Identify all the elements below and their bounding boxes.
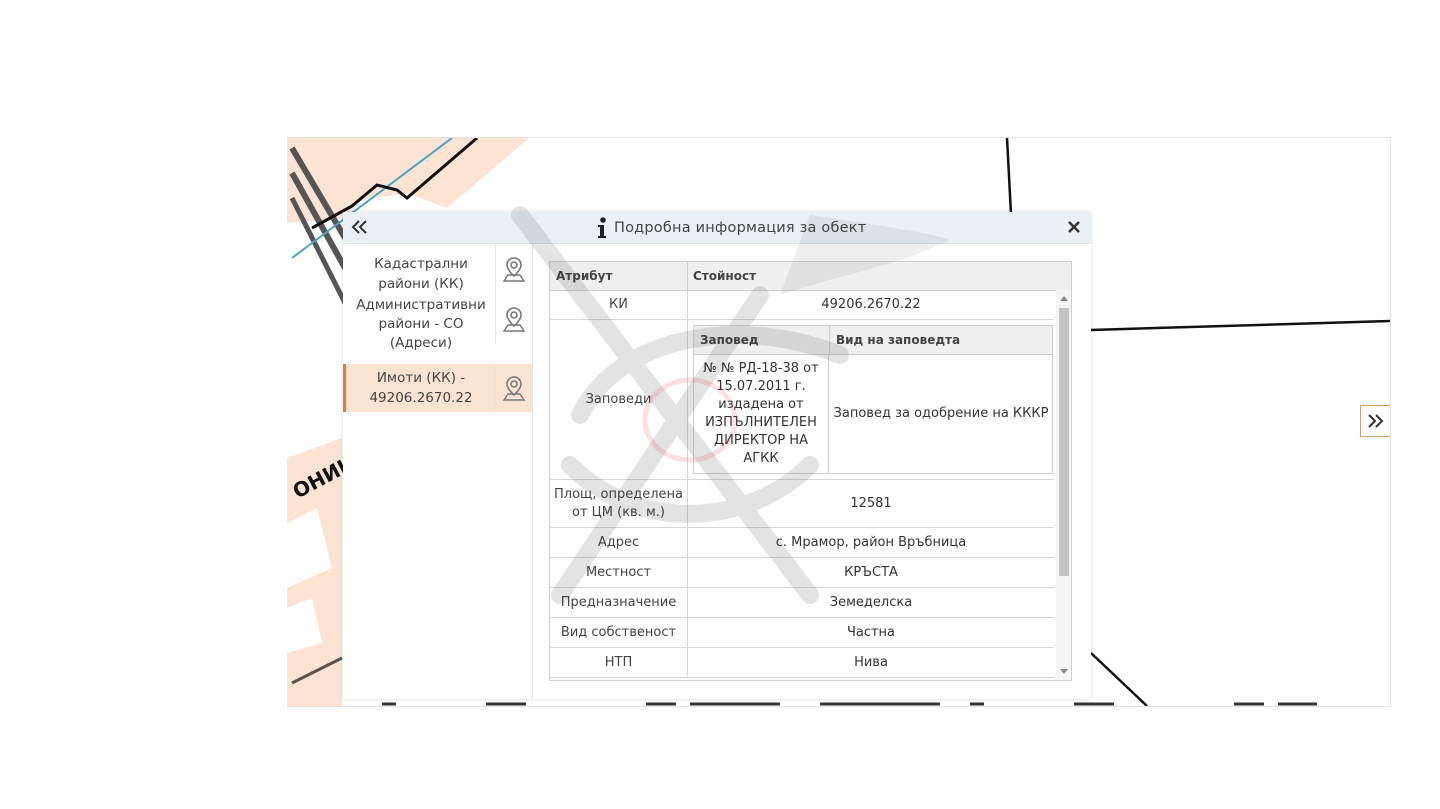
column-header-attribute: Атрибут bbox=[556, 269, 613, 283]
orders-table-header: Заповед Вид на заповедта bbox=[694, 326, 1052, 355]
table-row: Площ, определена от ЦМ (кв. м.) 12581 bbox=[550, 480, 1054, 528]
attribute-name: НТП bbox=[550, 648, 688, 677]
layer-list: Кадастрални райони (КК) Административни … bbox=[343, 244, 533, 699]
expand-panel-button[interactable] bbox=[1360, 405, 1390, 437]
close-icon bbox=[1068, 221, 1080, 233]
locate-button[interactable] bbox=[495, 294, 532, 344]
scrollbar-thumb[interactable] bbox=[1059, 308, 1069, 576]
map-pin-icon bbox=[502, 307, 526, 332]
attribute-name: Предназначение bbox=[550, 588, 688, 617]
scroll-down-arrow[interactable] bbox=[1060, 669, 1068, 674]
locate-button[interactable] bbox=[495, 244, 532, 294]
orders-table: Заповед Вид на заповедта № № РД-18-38 от… bbox=[693, 325, 1053, 474]
attribute-name: Заповеди bbox=[550, 320, 688, 479]
table-row: Заповеди Заповед Вид на заповедта № № РД… bbox=[550, 320, 1054, 480]
attribute-value: с. Мрамор, район Връбница bbox=[775, 535, 967, 550]
order-type: Заповед за одобрение на КККР bbox=[833, 406, 1049, 421]
table-row: НТП Нива bbox=[550, 648, 1054, 678]
attribute-name: Адрес bbox=[550, 528, 688, 557]
double-chevron-left-icon bbox=[351, 220, 367, 234]
order-text: № № РД-18-38 от 15.07.2011 г. издадена о… bbox=[694, 354, 829, 473]
panel-title-group: Подробна информация за обект bbox=[596, 217, 867, 238]
collapse-panel-button[interactable] bbox=[351, 219, 371, 237]
attribute-name: Площ, определена от ЦМ (кв. м.) bbox=[550, 480, 688, 527]
table-scrollbar[interactable] bbox=[1056, 290, 1071, 680]
table-row: Вид собственост Частна bbox=[550, 618, 1054, 648]
attribute-name: КИ bbox=[550, 290, 688, 319]
attribute-value: Частна bbox=[846, 625, 896, 640]
table-row: Предназначение Земеделска bbox=[550, 588, 1054, 618]
attribute-name: Местност bbox=[550, 558, 688, 587]
table-header: Атрибут Стойност bbox=[550, 262, 1071, 291]
column-header-order-type: Вид на заповедта bbox=[836, 333, 961, 347]
attribute-value: Нива bbox=[854, 655, 888, 670]
panel-title: Подробна информация за обект bbox=[614, 220, 867, 236]
attribute-value: Земеделска bbox=[829, 595, 913, 610]
layer-item-cadastral-regions[interactable]: Кадастрални райони (КК) bbox=[343, 244, 532, 294]
layer-item-label: Административни райони - СО (Адреси) bbox=[356, 297, 486, 351]
table-row: КИ 49206.2670.22 bbox=[550, 290, 1054, 320]
orders-cell: Заповед Вид на заповедта № № РД-18-38 от… bbox=[688, 320, 1054, 479]
attribute-value: 12581 bbox=[850, 496, 892, 511]
table-row: Местност КРЪСТА bbox=[550, 558, 1054, 588]
layer-item-administrative-regions[interactable]: Административни райони - СО (Адреси) bbox=[343, 294, 532, 364]
layer-item-label: Кадастрални райони (КК) bbox=[374, 256, 468, 292]
column-header-order: Заповед bbox=[700, 333, 759, 347]
attribute-table: Атрибут Стойност КИ 49206.2670.22 Запове… bbox=[549, 261, 1072, 681]
close-panel-button[interactable] bbox=[1066, 219, 1084, 237]
locate-button[interactable] bbox=[495, 364, 532, 412]
scroll-up-arrow[interactable] bbox=[1060, 296, 1068, 301]
object-info-panel: Подробна информация за обект Кадастрални… bbox=[343, 212, 1091, 699]
orders-table-row: № № РД-18-38 от 15.07.2011 г. издадена о… bbox=[694, 354, 1052, 473]
layer-item-properties[interactable]: Имоти (КК) - 49206.2670.22 bbox=[343, 364, 532, 412]
map-pin-icon bbox=[502, 376, 526, 401]
panel-header: Подробна информация за обект bbox=[343, 212, 1091, 244]
table-row: Адрес с. Мрамор, район Връбница bbox=[550, 528, 1054, 558]
attribute-value: 49206.2670.22 bbox=[821, 297, 921, 312]
table-body: КИ 49206.2670.22 Заповеди Заповед Вид на… bbox=[550, 290, 1054, 680]
layer-item-label: Имоти (КК) - 49206.2670.22 bbox=[369, 370, 473, 406]
map-pin-icon bbox=[502, 257, 526, 282]
attribute-value: КРЪСТА bbox=[844, 565, 898, 580]
double-chevron-right-icon bbox=[1367, 414, 1383, 428]
column-header-value: Стойност bbox=[693, 269, 757, 283]
info-icon bbox=[598, 217, 606, 238]
attribute-name: Вид собственост bbox=[550, 618, 688, 647]
